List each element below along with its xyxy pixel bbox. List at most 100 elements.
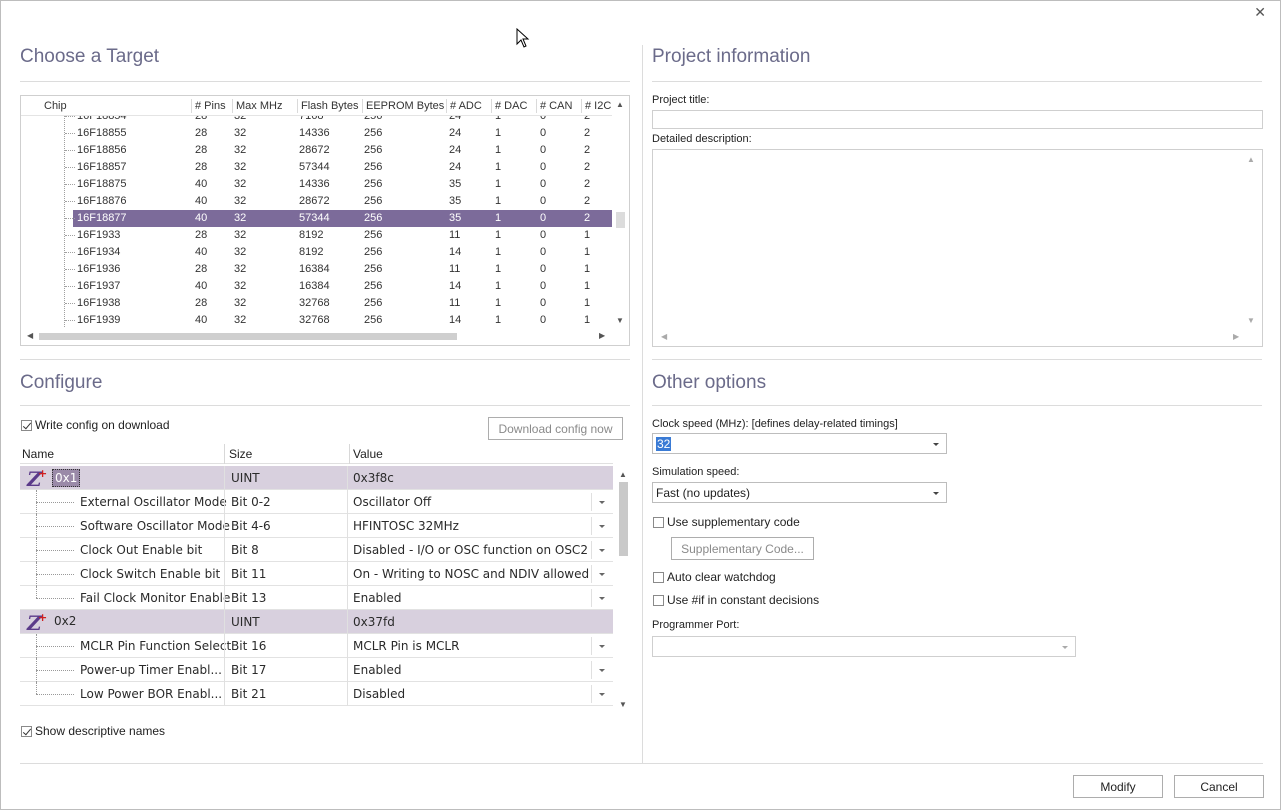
scroll-thumb[interactable] — [39, 333, 457, 340]
config-group-row[interactable]: Z +0x1 UINT 0x3f8c — [20, 466, 613, 491]
chip-table-vscrollbar[interactable]: ▲ ▼ — [612, 96, 629, 329]
config-value-cell[interactable]: On - Writing to NOSC and NDIV allowed — [353, 567, 589, 581]
chip-row[interactable]: 16F1936 28 32 16384 256 11 1 0 1 — [21, 261, 613, 278]
description-textarea[interactable]: ▲ ▼ ◀ ▶ — [652, 149, 1263, 347]
config-group-name[interactable]: 0x2 — [52, 613, 78, 629]
config-value-cell[interactable]: Enabled — [353, 663, 402, 677]
chip-row[interactable]: 16F18877 40 32 57344 256 35 1 0 2 — [21, 210, 613, 227]
column-separator[interactable] — [232, 99, 233, 113]
column-separator[interactable] — [491, 99, 492, 113]
programmer-port-combo[interactable] — [652, 636, 1076, 657]
chevron-down-icon[interactable] — [591, 541, 609, 559]
chip-col-header[interactable]: # I2C — [585, 100, 611, 112]
chevron-down-icon[interactable] — [591, 637, 609, 655]
config-value-cell[interactable]: Enabled — [353, 591, 402, 605]
tree-connector — [65, 320, 75, 321]
use-if-checkbox[interactable] — [653, 595, 664, 606]
column-separator[interactable] — [191, 99, 192, 113]
config-row[interactable]: Fail Clock Monitor Enable Bit 13 Enabled — [20, 586, 613, 610]
chip-table[interactable]: Chip # Pins Max MHz Flash Bytes EEPROM Bytes… — [20, 95, 630, 346]
scroll-thumb[interactable] — [616, 212, 625, 228]
chevron-down-icon[interactable] — [591, 493, 609, 511]
chip-row[interactable]: 16F18854 28 32 7168 256 24 1 0 2 — [21, 116, 613, 125]
chevron-down-icon[interactable] — [933, 492, 939, 495]
write-config-checkbox[interactable] — [21, 420, 32, 431]
chip-col-header[interactable]: # Pins — [195, 100, 226, 112]
config-row[interactable]: MCLR Pin Function Select Bit 16 MCLR Pin i… — [20, 634, 613, 658]
scroll-left-icon[interactable]: ◀ — [661, 332, 667, 341]
config-table-vscrollbar[interactable]: ▲ ▼ — [615, 468, 632, 713]
chip-col-header[interactable]: Chip — [44, 100, 67, 112]
chip-col-header[interactable]: # DAC — [495, 100, 527, 112]
scroll-down-icon[interactable]: ▼ — [619, 700, 627, 709]
chevron-down-icon[interactable] — [1062, 646, 1068, 649]
chip-row[interactable]: 16F1938 28 32 32768 256 11 1 0 1 — [21, 295, 613, 312]
chip-row[interactable]: 16F18876 40 32 28672 256 35 1 0 2 — [21, 193, 613, 210]
config-row[interactable]: Software Oscillator Mode Bit 4-6 HFINTOSC … — [20, 514, 613, 538]
chip-col-header[interactable]: Max MHz — [236, 100, 282, 112]
supplementary-code-checkbox[interactable] — [653, 517, 664, 528]
config-table[interactable]: Name Size Value Z +0x1 UINT 0x3f8c External … — [20, 444, 632, 714]
scroll-left-icon[interactable]: ◀ — [27, 331, 33, 340]
chip-cell: 40 — [195, 280, 208, 292]
scroll-up-icon[interactable]: ▲ — [619, 470, 627, 479]
project-title-input[interactable] — [652, 110, 1263, 129]
column-separator[interactable] — [536, 99, 537, 113]
config-value-cell[interactable]: Disabled — [353, 687, 405, 701]
config-row[interactable]: External Oscillator Mode Bit 0-2 Oscillato… — [20, 490, 613, 514]
chip-row[interactable]: 16F1937 40 32 16384 256 14 1 0 1 — [21, 278, 613, 295]
column-separator[interactable] — [362, 99, 363, 113]
config-row[interactable]: Low Power BOR Enabl... Bit 21 Disabled — [20, 682, 613, 706]
chip-row[interactable]: 16F1934 40 32 8192 256 14 1 0 1 — [21, 244, 613, 261]
config-group-name[interactable]: 0x1 — [52, 469, 81, 487]
config-value-cell[interactable]: Oscillator Off — [353, 495, 431, 509]
config-value-cell[interactable]: MCLR Pin is MCLR — [353, 639, 459, 653]
chip-cell: 28672 — [299, 195, 330, 207]
chip-cell: 35 — [449, 195, 462, 207]
clock-speed-combo[interactable]: 32 — [652, 433, 947, 454]
config-row[interactable]: Clock Out Enable bit Bit 8 Disabled - I/O … — [20, 538, 613, 562]
chevron-down-icon[interactable] — [933, 443, 939, 446]
close-icon[interactable]: ✕ — [1254, 4, 1266, 21]
chip-col-header[interactable]: Flash Bytes — [301, 100, 358, 112]
scroll-up-icon[interactable]: ▲ — [616, 100, 624, 109]
scroll-right-icon[interactable]: ▶ — [599, 331, 605, 340]
download-config-button[interactable]: Download config now — [488, 417, 623, 440]
chevron-down-icon[interactable] — [591, 589, 609, 607]
chip-row[interactable]: 16F18875 40 32 14336 256 35 1 0 2 — [21, 176, 613, 193]
config-value-cell[interactable]: Disabled - I/O or OSC function on OSC2 — [353, 543, 588, 557]
z-plus-icon: Z + — [26, 611, 48, 635]
scroll-up-icon[interactable]: ▲ — [1247, 155, 1255, 164]
chevron-down-icon[interactable] — [591, 685, 609, 703]
cancel-button[interactable]: Cancel — [1174, 775, 1264, 798]
chip-row[interactable]: 16F18856 28 32 28672 256 24 1 0 2 — [21, 142, 613, 159]
show-descriptive-checkbox[interactable] — [21, 726, 32, 737]
chip-col-header[interactable]: # ADC — [450, 100, 482, 112]
scroll-down-icon[interactable]: ▼ — [1247, 316, 1255, 325]
chip-table-hscrollbar[interactable]: ◀ ▶ — [21, 328, 613, 345]
scroll-down-icon[interactable]: ▼ — [616, 316, 624, 325]
chip-col-header[interactable]: EEPROM Bytes — [366, 100, 444, 112]
chip-cell: 35 — [449, 212, 462, 224]
modify-button[interactable]: Modify — [1073, 775, 1163, 798]
scroll-thumb[interactable] — [619, 482, 628, 556]
chip-row[interactable]: 16F1939 40 32 32768 256 14 1 0 1 — [21, 312, 613, 329]
chip-col-header[interactable]: # CAN — [540, 100, 572, 112]
config-row[interactable]: Clock Switch Enable bit Bit 11 On - Writin… — [20, 562, 613, 586]
column-separator[interactable] — [446, 99, 447, 113]
chip-row[interactable]: 16F1933 28 32 8192 256 11 1 0 1 — [21, 227, 613, 244]
chevron-down-icon[interactable] — [591, 565, 609, 583]
config-row[interactable]: Power-up Timer Enabl... Bit 17 Enabled — [20, 658, 613, 682]
config-value-cell[interactable]: HFINTOSC 32MHz — [353, 519, 459, 533]
supplementary-code-button[interactable]: Supplementary Code... — [671, 537, 814, 560]
chip-row[interactable]: 16F18855 28 32 14336 256 24 1 0 2 — [21, 125, 613, 142]
config-group-row[interactable]: Z +0x2 UINT 0x37fd — [20, 610, 613, 635]
chevron-down-icon[interactable] — [591, 661, 609, 679]
chip-row[interactable]: 16F18857 28 32 57344 256 24 1 0 2 — [21, 159, 613, 176]
column-separator[interactable] — [297, 99, 298, 113]
column-separator[interactable] — [581, 99, 582, 113]
auto-clear-watchdog-checkbox[interactable] — [653, 572, 664, 583]
scroll-right-icon[interactable]: ▶ — [1233, 332, 1239, 341]
chevron-down-icon[interactable] — [591, 517, 609, 535]
simulation-speed-combo[interactable]: Fast (no updates) — [652, 482, 947, 503]
